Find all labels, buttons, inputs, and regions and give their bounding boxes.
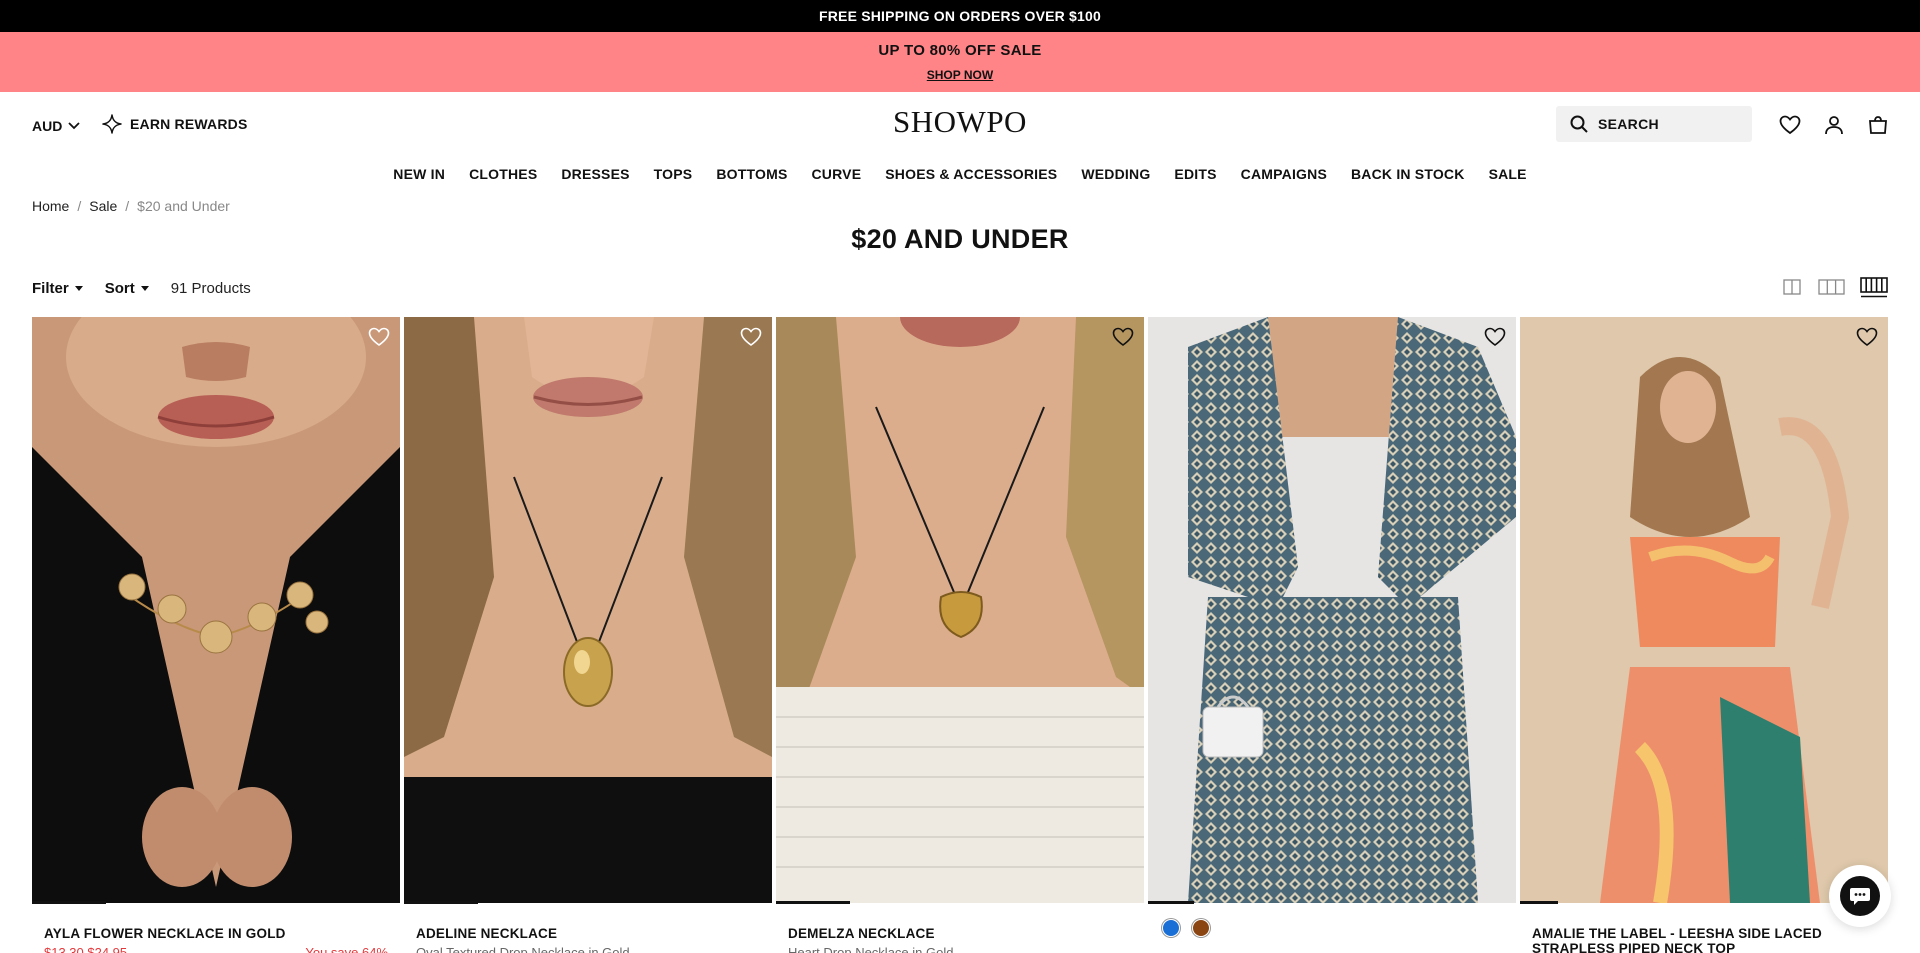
product-count: 91 Products	[170, 279, 251, 297]
product-subtitle: Oval Textured Drop Necklace in Gold	[416, 945, 630, 953]
product-card[interactable]: DEMELZA NECKLACE Heart Drop Necklace in …	[776, 317, 1144, 953]
account-icon[interactable]	[1822, 113, 1846, 137]
image-carousel-indicator	[1520, 901, 1558, 904]
breadcrumb-sale[interactable]: Sale	[89, 198, 117, 214]
chat-widget-button[interactable]	[1829, 865, 1891, 927]
product-card[interactable]: AMALIE THE LABEL - LEESHA SIDE LACED STR…	[1520, 317, 1888, 953]
filter-button[interactable]: Filter	[32, 280, 83, 297]
grid-3-column-icon[interactable]	[1818, 276, 1845, 298]
bag-icon[interactable]	[1866, 113, 1890, 137]
nav-item-edits[interactable]: EDITS	[1174, 166, 1216, 186]
product-grid: AYLA FLOWER NECKLACE IN GOLD $13.30 $24.…	[32, 317, 1888, 953]
product-discount: You save 64%	[305, 945, 388, 953]
site-header: AUD EARN REWARDS SHOWPO SEARCH	[0, 92, 1920, 158]
wishlist-icon[interactable]	[1778, 113, 1802, 137]
wishlist-heart-icon[interactable]	[1484, 327, 1506, 349]
image-carousel-indicator	[776, 901, 850, 904]
nav-item-back-in-stock[interactable]: BACK IN STOCK	[1351, 166, 1465, 186]
color-swatches	[1162, 919, 1210, 937]
grid-2-column-icon[interactable]	[1783, 276, 1801, 298]
product-name[interactable]: ADELINE NECKLACE	[416, 926, 766, 941]
wishlist-heart-icon[interactable]	[1856, 327, 1878, 349]
breadcrumb: Home / Sale / $20 and Under	[32, 198, 230, 214]
caret-down-icon	[140, 285, 149, 291]
breadcrumb-current: $20 and Under	[137, 198, 230, 214]
nav-item-bottoms[interactable]: BOTTOMS	[716, 166, 787, 186]
sparkle-icon	[102, 114, 122, 134]
search-input[interactable]: SEARCH	[1556, 106, 1752, 142]
product-name[interactable]: AMALIE THE LABEL - LEESHA SIDE LACED STR…	[1532, 926, 1882, 953]
announcement-bar: FREE SHIPPING ON ORDERS OVER $100	[0, 0, 1920, 32]
breadcrumb-separator: /	[125, 198, 130, 214]
wishlist-heart-icon[interactable]	[368, 327, 390, 349]
product-image[interactable]	[1148, 317, 1516, 903]
wishlist-heart-icon[interactable]	[1112, 327, 1134, 349]
wishlist-heart-icon[interactable]	[740, 327, 762, 349]
product-image[interactable]	[32, 317, 400, 903]
color-swatch-blue[interactable]	[1162, 919, 1180, 937]
nav-item-sale[interactable]: SALE	[1489, 166, 1527, 186]
color-swatch-brown[interactable]	[1192, 919, 1210, 937]
filter-label: Filter	[32, 279, 69, 297]
product-subtitle: Heart Drop Necklace in Gold	[788, 945, 954, 953]
nav-item-tops[interactable]: TOPS	[654, 166, 693, 186]
product-image[interactable]	[1520, 317, 1888, 903]
promo-title: UP TO 80% OFF SALE	[878, 42, 1042, 59]
product-price: $13.30 $24.95	[44, 945, 128, 953]
product-card[interactable]: AYLA FLOWER NECKLACE IN GOLD $13.30 $24.…	[32, 317, 400, 953]
announcement-text: FREE SHIPPING ON ORDERS OVER $100	[818, 8, 1101, 24]
currency-label: AUD	[32, 118, 63, 134]
chevron-down-icon	[68, 122, 80, 130]
image-carousel-indicator	[32, 901, 106, 904]
nav-item-curve[interactable]: CURVE	[811, 166, 861, 186]
showpo-logo[interactable]: SHOWPO	[880, 104, 1040, 140]
grid-5-column-icon[interactable]	[1860, 276, 1888, 298]
currency-selector[interactable]: AUD	[32, 118, 80, 134]
nav-item-wedding[interactable]: WEDDING	[1081, 166, 1150, 186]
image-carousel-indicator	[1148, 901, 1194, 904]
image-carousel-indicator	[404, 901, 478, 904]
shop-now-link[interactable]: SHOP NOW	[927, 68, 993, 82]
nav-item-shoes-accessories[interactable]: SHOES & ACCESSORIES	[885, 166, 1057, 186]
nav-item-new-in[interactable]: NEW IN	[393, 166, 445, 186]
page-title: $20 AND UNDER	[851, 224, 1069, 254]
search-placeholder: SEARCH	[1598, 116, 1659, 132]
sort-button[interactable]: Sort	[105, 280, 149, 297]
nav-item-campaigns[interactable]: CAMPAIGNS	[1241, 166, 1327, 186]
earn-rewards-link[interactable]: EARN REWARDS	[102, 114, 248, 134]
sort-label: Sort	[104, 279, 135, 297]
listing-toolbar: Filter Sort 91 Products	[32, 276, 251, 300]
product-image[interactable]	[404, 317, 772, 903]
breadcrumb-home[interactable]: Home	[32, 198, 69, 214]
product-image[interactable]	[776, 317, 1144, 903]
caret-down-icon	[74, 285, 83, 291]
product-card[interactable]	[1148, 317, 1516, 953]
rewards-label: EARN REWARDS	[130, 116, 248, 132]
product-name[interactable]: AYLA FLOWER NECKLACE IN GOLD	[44, 926, 394, 941]
breadcrumb-separator: /	[77, 198, 82, 214]
product-name[interactable]: DEMELZA NECKLACE	[788, 926, 1138, 941]
search-icon	[1570, 115, 1588, 133]
nav-item-clothes[interactable]: CLOTHES	[469, 166, 537, 186]
promo-banner[interactable]: UP TO 80% OFF SALE SHOP NOW	[0, 32, 1920, 92]
chat-icon	[1840, 876, 1880, 916]
main-nav: NEW IN CLOTHES DRESSES TOPS BOTTOMS CURV…	[0, 166, 1920, 186]
product-card[interactable]: ADELINE NECKLACE Oval Textured Drop Neck…	[404, 317, 772, 953]
nav-item-dresses[interactable]: DRESSES	[561, 166, 629, 186]
